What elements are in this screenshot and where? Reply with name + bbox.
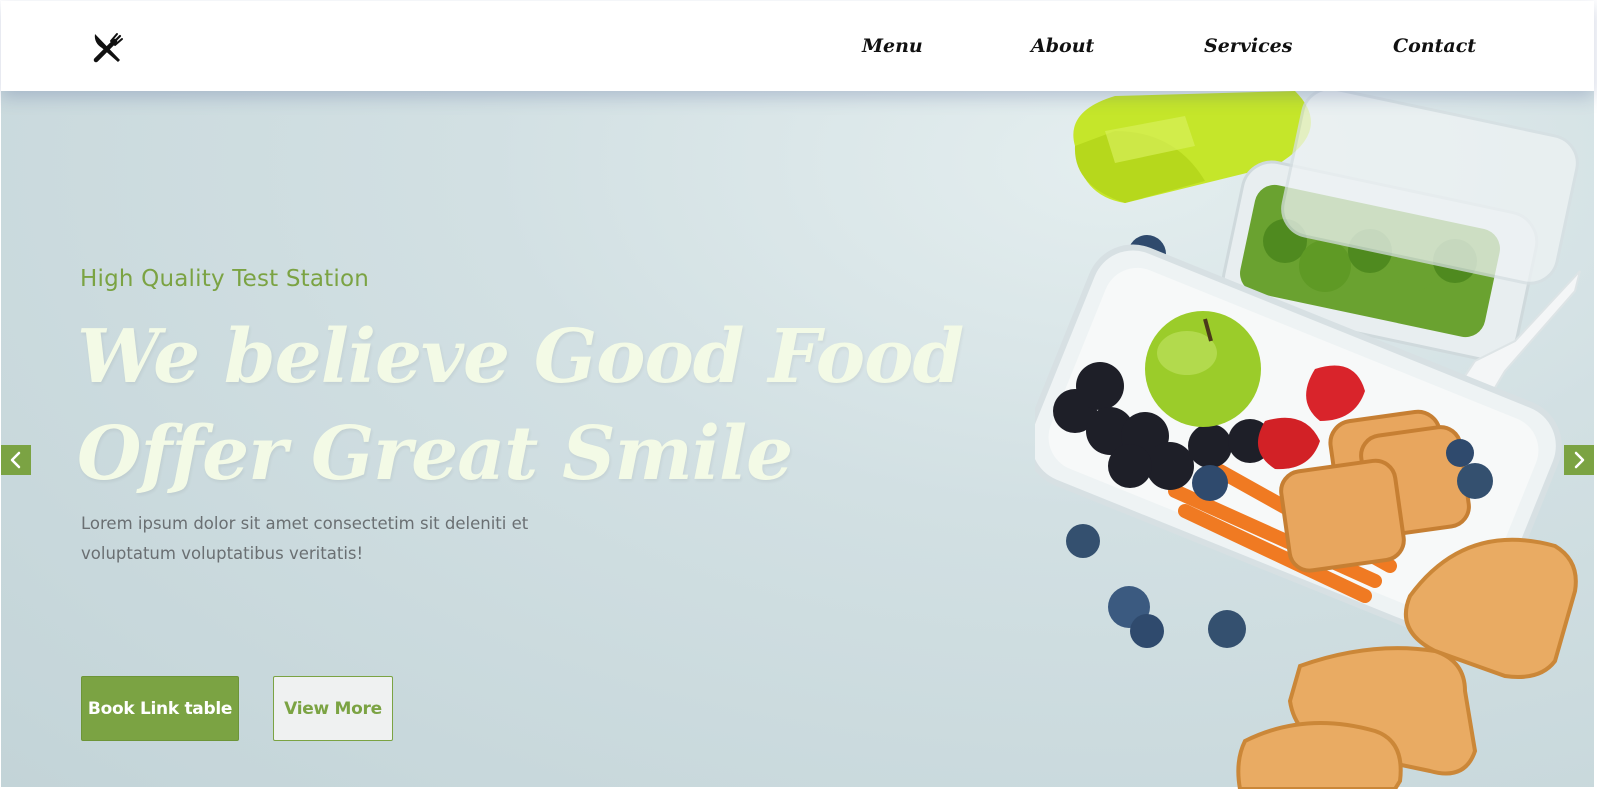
hero-subtitle: High Quality Test Station	[80, 266, 370, 292]
book-table-button[interactable]: Book Link table	[81, 676, 239, 741]
nav-contact[interactable]: Contact	[1393, 35, 1476, 59]
hero-description: Lorem ipsum dolor sit amet consectetim s…	[81, 514, 529, 563]
view-more-button[interactable]: View More	[273, 676, 393, 741]
chevron-right-icon	[1574, 451, 1585, 469]
nav-services[interactable]: Services	[1204, 35, 1292, 59]
nav-menu[interactable]: Menu	[862, 35, 923, 59]
hero-headline: We believe Good Food Offer Great Smile	[77, 309, 964, 503]
hero-headline-line2: Offer Great Smile	[77, 411, 793, 497]
site-header: Menu About Services Contact	[1, 1, 1594, 91]
carousel-prev-button[interactable]	[1, 445, 31, 475]
nav-about[interactable]: About	[1031, 35, 1094, 59]
carousel-next-button[interactable]	[1564, 445, 1594, 475]
hero-headline-line1: We believe Good Food	[77, 314, 964, 400]
lunchbox-food-illustration	[1025, 87, 1595, 789]
chevron-left-icon	[10, 451, 21, 469]
fork-knife-icon[interactable]	[91, 31, 125, 65]
